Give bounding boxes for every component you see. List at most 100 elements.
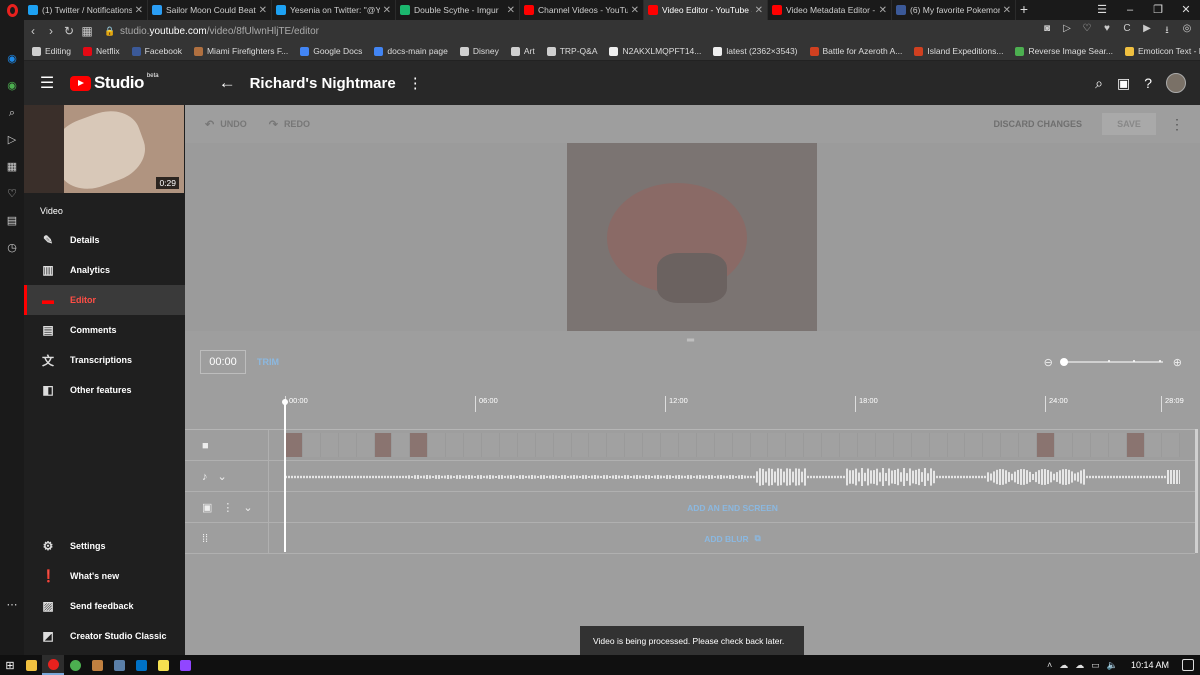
bookmark-item[interactable]: Facebook (131, 46, 182, 56)
add-blur-button[interactable]: ADD BLUR ⧉ (285, 523, 1180, 554)
tab-close-icon[interactable]: ✕ (507, 5, 515, 16)
show-hidden-icons[interactable]: ˄ (1047, 660, 1052, 670)
youtube-studio-logo[interactable]: Studio beta (70, 73, 159, 93)
opera-menu-icon[interactable] (0, 0, 24, 20)
time-input[interactable]: 00:00 (200, 350, 246, 374)
end-screen-icon[interactable]: ▣ (202, 501, 212, 514)
zoom-slider-knob[interactable] (1059, 358, 1068, 366)
bookmark-item[interactable]: N2AKXLMQPFT14... (609, 46, 701, 56)
bookmark-item[interactable]: Google Docs (300, 46, 362, 56)
bookmark-item[interactable]: docs-main page (374, 46, 448, 56)
search-icon[interactable]: ⌕ (1095, 75, 1103, 92)
create-video-icon[interactable]: ▣ (1117, 75, 1130, 92)
more-icon[interactable]: ⋯ (5, 598, 19, 612)
title-options-icon[interactable]: ⋮ (408, 74, 423, 92)
windows-start-icon[interactable]: ⊞ (0, 659, 20, 672)
trim-button[interactable]: TRIM (257, 357, 279, 367)
sidebar-item-analytics[interactable]: ▥ Analytics (24, 255, 185, 285)
video-preview[interactable] (567, 143, 817, 331)
chevron-down-icon[interactable]: ⌄ (218, 470, 227, 483)
playhead[interactable] (282, 399, 288, 552)
forward-icon[interactable]: › (42, 24, 60, 38)
help-icon[interactable]: ? (1144, 75, 1152, 91)
bookmark-item[interactable]: latest (2362×3543) (713, 46, 798, 56)
search-icon[interactable]: ⌕ (5, 106, 19, 120)
heart-icon[interactable]: ♡ (5, 187, 19, 201)
browser-tab[interactable]: Sailor Moon Could Beat D ✕ (148, 0, 272, 20)
steam-taskbar-icon[interactable] (108, 655, 130, 675)
bookmark-item[interactable]: TRP-Q&A (546, 46, 597, 56)
sidebar-item-details[interactable]: ✎ Details (24, 225, 185, 255)
video-frames[interactable] (285, 433, 1181, 457)
network-icon[interactable]: ▭ (1091, 660, 1100, 671)
restore-icon[interactable]: ❐ (1144, 0, 1172, 20)
avatar[interactable] (1166, 73, 1186, 93)
whatsapp-icon[interactable]: ◉ (5, 79, 19, 93)
zoom-slider[interactable] (1059, 358, 1163, 366)
bookmark-icon[interactable]: ♥ (1100, 23, 1114, 40)
bookmark-item[interactable]: Emoticon Text - Do... (1125, 46, 1200, 56)
tab-close-icon[interactable]: ✕ (135, 5, 143, 16)
undo-button[interactable]: ↶ UNDO (205, 118, 247, 131)
minimize-icon[interactable]: – (1116, 0, 1144, 20)
account-icon[interactable]: ◎ (1180, 23, 1194, 40)
game-taskbar-icon[interactable] (86, 655, 108, 675)
bookmark-item[interactable]: Disney (459, 46, 499, 56)
outlook-taskbar-icon[interactable] (130, 655, 152, 675)
browser-tab[interactable]: Video Editor - YouTube St ✕ (644, 0, 768, 20)
chevron-down-icon[interactable]: ⌄ (243, 501, 252, 514)
bookmark-item[interactable]: Reverse Image Sear... (1015, 46, 1113, 56)
tab-close-icon[interactable]: ✕ (1003, 5, 1011, 16)
file-explorer-icon[interactable] (20, 655, 42, 675)
notifications-icon[interactable] (1182, 659, 1194, 671)
news-icon[interactable]: ▤ (5, 214, 19, 228)
tab-close-icon[interactable]: ✕ (631, 5, 639, 16)
heart-icon[interactable]: ♡ (1080, 23, 1094, 40)
send-icon[interactable]: ▷ (5, 133, 19, 147)
sidebar-item-comments[interactable]: ▤ Comments (24, 315, 185, 345)
volume-icon[interactable]: 🔈 (1107, 660, 1118, 671)
audio-waveform[interactable] (285, 467, 1180, 487)
browser-tab[interactable]: Double Scythe - Imgur ✕ (396, 0, 520, 20)
lock-icon[interactable]: 🔒 (104, 26, 116, 37)
tab-close-icon[interactable]: ✕ (259, 5, 267, 16)
discard-changes-button[interactable]: DISCARD CHANGES (993, 119, 1082, 129)
zoom-out-icon[interactable]: ⊖ (1044, 356, 1053, 369)
sidebar-item-settings[interactable]: ⚙ Settings (24, 531, 185, 561)
tabs-grid-icon[interactable]: ▦ (78, 24, 96, 38)
bookmark-item[interactable]: Editing (32, 46, 71, 56)
browser-tab[interactable]: (6) My favorite Pokemon - ✕ (892, 0, 1016, 20)
camera-icon[interactable]: ◙ (1040, 23, 1054, 40)
messenger-icon[interactable]: ◉ (5, 52, 19, 66)
sidebar-item-send-feedback[interactable]: ▨ Send feedback (24, 591, 185, 621)
bookmark-item[interactable]: Island Expeditions... (914, 46, 1003, 56)
tab-close-icon[interactable]: ✕ (879, 5, 887, 16)
video-thumbnail[interactable]: 0:29 (24, 105, 184, 193)
vpn-icon[interactable]: ▶ (1140, 23, 1154, 40)
resize-handle-icon[interactable]: ═ (687, 335, 694, 346)
reload-icon[interactable]: ↻ (60, 24, 78, 38)
back-icon[interactable]: ‹ (24, 24, 42, 38)
cloud-icon[interactable]: ☁ (1059, 660, 1068, 671)
sidebar-item-what-s-new[interactable]: ❗ What's new (24, 561, 185, 591)
browser-tab[interactable]: Yesenia on Twitter: "@YouT✕ (272, 0, 396, 20)
add-end-screen-button[interactable]: ADD AN END SCREEN (687, 503, 778, 513)
url-field[interactable]: studio.youtube.com/video/8fUlwnHljTE/edi… (120, 26, 319, 37)
more-options-icon[interactable]: ⋮ (1170, 116, 1184, 133)
music-note-icon[interactable]: ♪ (202, 471, 208, 483)
save-button[interactable]: SAVE (1102, 113, 1156, 135)
tab-close-icon[interactable]: ✕ (755, 5, 763, 16)
cloud-icon[interactable]: ☁ (1075, 660, 1084, 671)
more-options-icon[interactable]: ⋮ (222, 501, 233, 514)
back-arrow-icon[interactable]: ← (219, 73, 236, 93)
apps-icon[interactable]: ▦ (5, 160, 19, 174)
browser-tab[interactable]: Video Metadata Editor - Yo✕ (768, 0, 892, 20)
sticky-notes-taskbar-icon[interactable] (152, 655, 174, 675)
bookmark-item[interactable]: Netflix (83, 46, 120, 56)
menu-icon[interactable]: ☰ (24, 73, 70, 93)
send-icon[interactable]: ▷ (1060, 23, 1074, 40)
system-clock[interactable]: 10:14 AM (1131, 660, 1169, 670)
timeline-end-marker[interactable] (1195, 429, 1198, 553)
download-icon[interactable]: ⭳ (1160, 23, 1174, 40)
new-tab-button[interactable]: + (1016, 0, 1032, 20)
